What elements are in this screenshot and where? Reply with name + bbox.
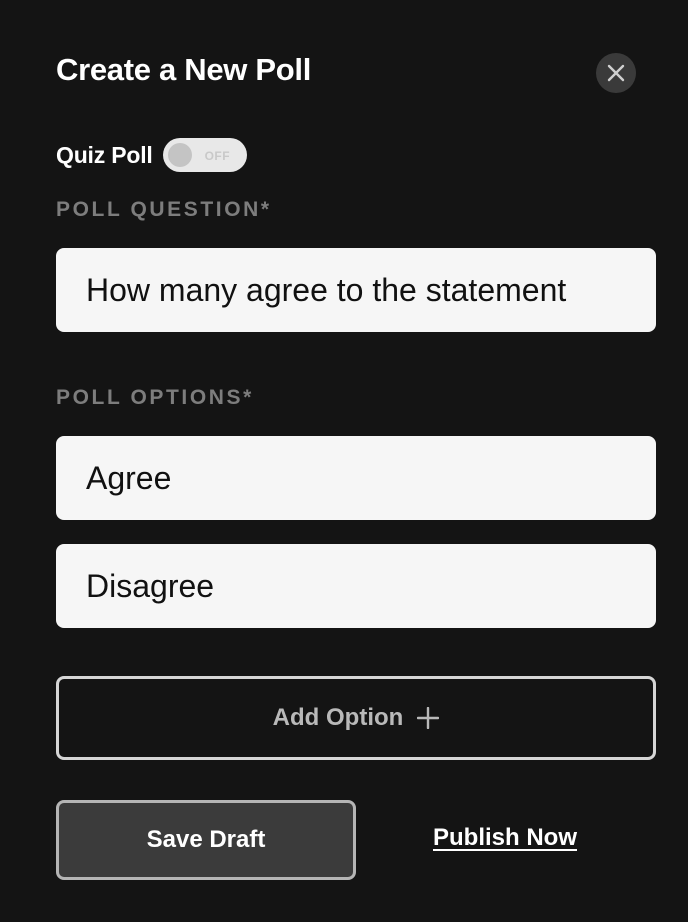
quiz-poll-label: Quiz Poll — [56, 141, 153, 168]
publish-now-link[interactable]: Publish Now — [433, 824, 577, 852]
toggle-knob — [167, 143, 192, 167]
quiz-poll-toggle[interactable]: OFF — [162, 138, 247, 172]
poll-options-label: POLL OPTIONS* — [56, 386, 254, 409]
poll-option-input-2[interactable]: Disagree — [56, 544, 656, 628]
save-draft-button[interactable]: Save Draft — [56, 800, 356, 880]
poll-question-input[interactable]: How many agree to the statement — [56, 248, 656, 332]
save-draft-label: Save Draft — [146, 826, 266, 853]
close-button[interactable] — [596, 53, 636, 93]
poll-option-input-1[interactable]: Agree — [56, 436, 656, 520]
modal-title: Create a New Poll — [56, 52, 312, 87]
poll-question-label: POLL QUESTION* — [56, 198, 272, 221]
plus-icon — [417, 707, 440, 729]
quiz-poll-row: Quiz Poll OFF — [56, 138, 247, 172]
close-icon — [607, 64, 625, 82]
toggle-state-text: OFF — [204, 149, 231, 163]
create-poll-modal: Create a New Poll Quiz Poll OFF POLL QUE… — [0, 0, 688, 922]
add-option-button[interactable]: Add Option — [56, 676, 656, 760]
add-option-label: Add Option — [272, 704, 404, 731]
